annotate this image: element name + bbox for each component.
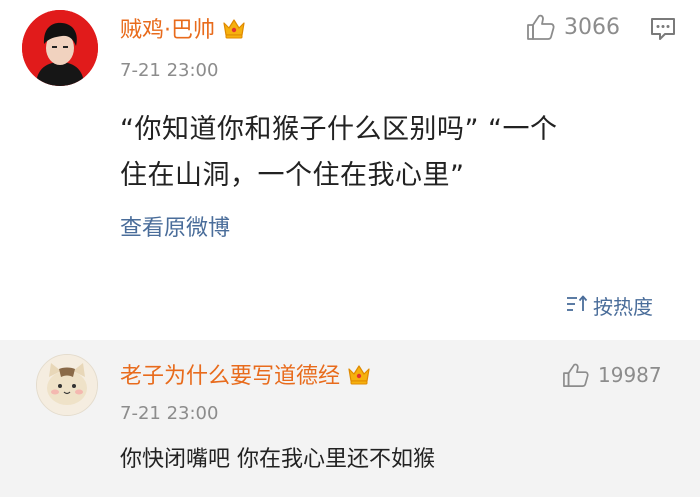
like-button[interactable]: 19987 [562, 362, 662, 388]
comment-line: “你知道你和猴子什么区别吗” “一个 [120, 114, 558, 145]
crown-vip-icon [221, 16, 247, 40]
main-comment: 贼鸡·巴帅 7-21 23:00 3066 “你知道你和猴子什么区别吗” “一个 [0, 0, 700, 340]
avatar[interactable] [22, 10, 98, 86]
comment-button[interactable] [650, 16, 676, 42]
username-text[interactable]: 贼鸡·巴帅 [120, 18, 215, 43]
crown-vip-icon [346, 362, 372, 386]
comment-line: 住在山洞，一个住在我心里” [120, 160, 465, 191]
avatar[interactable] [36, 354, 98, 416]
comment-icon[interactable] [650, 16, 676, 42]
avatar-cat-image [37, 355, 97, 415]
like-button[interactable]: 3066 [526, 13, 620, 41]
thumbs-up-icon[interactable] [526, 13, 556, 41]
username[interactable]: 老子为什么要写道德经 [120, 362, 372, 390]
thumbs-up-icon[interactable] [562, 362, 590, 388]
avatar-photo [22, 10, 98, 86]
comment-content: “你知道你和猴子什么区别吗” “一个 住在山洞，一个住在我心里” [120, 107, 680, 199]
sort-by-hot-button[interactable]: 按热度 [565, 293, 653, 321]
sort-icon [565, 293, 589, 321]
view-original-link[interactable]: 查看原微博 [120, 214, 230, 244]
like-count: 3066 [564, 14, 620, 40]
reply-content: 你快闭嘴吧 你在我心里还不如猴 [120, 447, 435, 472]
timestamp: 7-21 23:00 [120, 403, 219, 424]
username-text[interactable]: 老子为什么要写道德经 [120, 364, 340, 389]
username[interactable]: 贼鸡·巴帅 [120, 16, 247, 44]
timestamp: 7-21 23:00 [120, 60, 219, 81]
sort-label[interactable]: 按热度 [593, 293, 653, 321]
like-count: 19987 [598, 363, 662, 387]
